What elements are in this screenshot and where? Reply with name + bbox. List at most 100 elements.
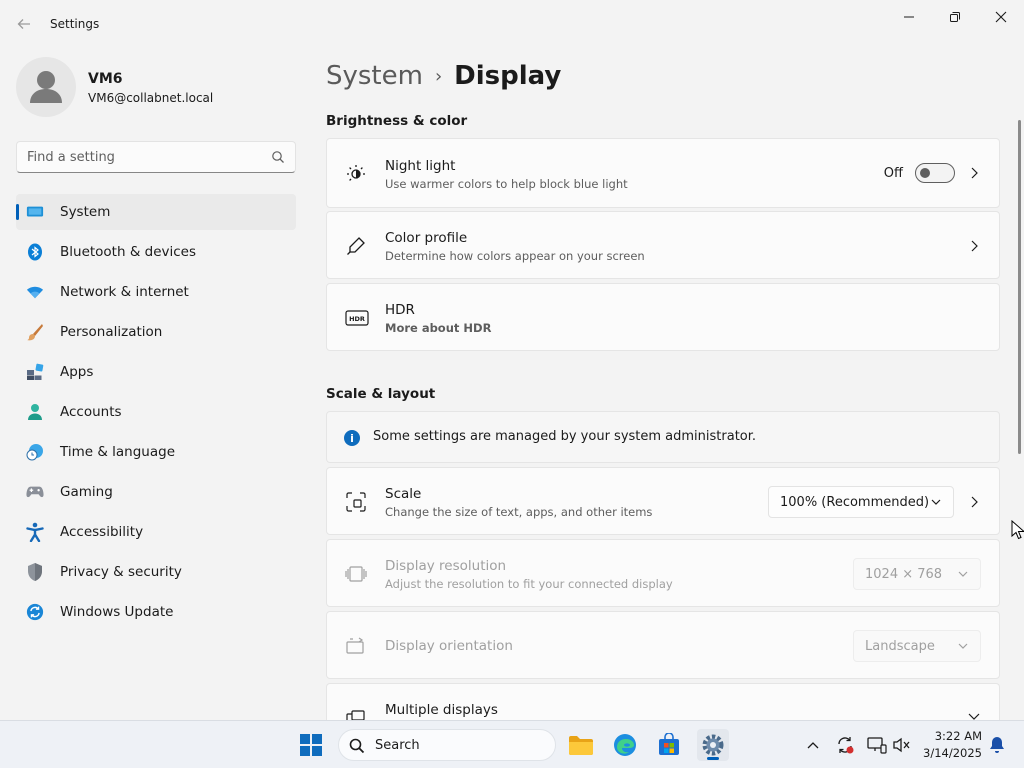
sidebar-nav: System Bluetooth & devices Network & int… [16, 194, 296, 634]
volume-button[interactable] [892, 735, 912, 755]
scale-dropdown[interactable]: 100% (Recommended) [768, 486, 954, 518]
accessibility-icon [26, 522, 44, 542]
file-explorer-button[interactable] [565, 729, 597, 761]
night-light-card[interactable]: Night light Use warmer colors to help bl… [326, 138, 1000, 208]
sidebar-item-system[interactable]: System [16, 194, 296, 230]
hdr-card: HDR HDR More about HDR [326, 283, 1000, 351]
restore-button[interactable] [932, 4, 978, 30]
night-light-state: Off [883, 166, 903, 181]
store-button[interactable] [653, 729, 685, 761]
sidebar-item-gaming[interactable]: Gaming [16, 474, 296, 510]
multiple-displays-icon [345, 708, 367, 720]
taskbar-search[interactable]: Search [338, 729, 556, 761]
sidebar-item-personalization[interactable]: Personalization [16, 314, 296, 350]
breadcrumb-separator: › [434, 65, 443, 87]
clock-date[interactable]: 3/14/2025 [922, 746, 982, 760]
toggle-knob [920, 168, 930, 178]
person-icon [26, 403, 44, 421]
scale-card: Scale Change the size of text, apps, and… [326, 467, 1000, 535]
color-profile-card[interactable]: Color profile Determine how colors appea… [326, 211, 1000, 279]
minimize-button[interactable] [886, 4, 932, 30]
mouse-cursor-icon [1011, 519, 1024, 544]
orientation-icon [345, 635, 367, 657]
pen-icon [345, 235, 367, 257]
notifications-button[interactable] [987, 735, 1007, 755]
resolution-icon [345, 563, 367, 585]
sidebar-item-label: Privacy & security [60, 564, 182, 580]
start-button[interactable] [300, 734, 322, 756]
store-icon [659, 733, 679, 755]
sync-alert-icon [838, 737, 854, 754]
minimize-icon [904, 16, 914, 18]
update-icon [26, 603, 44, 621]
speaker-muted-icon [893, 737, 910, 753]
back-button[interactable] [10, 12, 38, 36]
resolution-dropdown: 1024 × 768 [853, 558, 981, 590]
apps-icon [26, 363, 44, 381]
scale-value: 100% (Recommended) [780, 495, 930, 510]
taskbar-search-label: Search [375, 738, 420, 753]
night-light-toggle[interactable] [915, 163, 955, 183]
sidebar-item-privacy[interactable]: Privacy & security [16, 554, 296, 590]
chevron-right-icon[interactable] [967, 239, 981, 253]
back-arrow-icon [17, 19, 30, 29]
sidebar-item-label: Bluetooth & devices [60, 244, 197, 260]
sidebar-item-label: Accounts [60, 404, 122, 420]
gear-icon [702, 734, 724, 756]
hdr-icon: HDR [345, 307, 369, 329]
title-bar: Settings [0, 0, 1024, 48]
scale-title: Scale [385, 486, 422, 502]
taskbar: Search 3:22 AM 3/14/2025 [0, 720, 1024, 768]
info-icon: i [344, 430, 360, 446]
night-light-subtitle: Use warmer colors to help block blue lig… [385, 177, 628, 191]
wifi-icon [26, 283, 44, 301]
network-status-button[interactable] [867, 735, 887, 755]
clock-time[interactable]: 3:22 AM [932, 729, 982, 743]
close-button[interactable] [978, 4, 1024, 30]
sidebar-item-label: Apps [60, 364, 94, 380]
sidebar-item-accounts[interactable]: Accounts [16, 394, 296, 430]
night-light-icon [345, 163, 367, 185]
sidebar-item-time-language[interactable]: Time & language [16, 434, 296, 470]
multiple-displays-card[interactable]: Multiple displays [326, 683, 1000, 720]
chevron-right-icon[interactable] [967, 166, 981, 180]
sync-status-button[interactable] [835, 735, 855, 755]
avatar[interactable] [16, 57, 76, 117]
sidebar-item-network[interactable]: Network & internet [16, 274, 296, 310]
scale-subtitle: Change the size of text, apps, and other… [385, 505, 653, 519]
show-hidden-icons-button[interactable] [803, 735, 823, 755]
sidebar-item-apps[interactable]: Apps [16, 354, 296, 390]
sidebar-item-accessibility[interactable]: Accessibility [16, 514, 296, 550]
night-light-title: Night light [385, 158, 456, 174]
monitor-icon [26, 203, 44, 221]
globe-clock-icon [26, 443, 44, 461]
breadcrumb-parent[interactable]: System [326, 61, 423, 91]
edge-button[interactable] [609, 729, 641, 761]
gamepad-icon [26, 483, 44, 501]
color-profile-title: Color profile [385, 230, 468, 246]
display-orientation-title: Display orientation [385, 638, 513, 654]
sidebar-item-bluetooth[interactable]: Bluetooth & devices [16, 234, 296, 270]
search-input[interactable]: Find a setting [16, 141, 296, 173]
chevron-down-icon[interactable] [967, 710, 981, 720]
chevron-down-icon [931, 496, 941, 511]
page-title: Display [454, 61, 562, 91]
sidebar-item-label: Windows Update [60, 604, 174, 620]
chevron-right-icon[interactable] [967, 495, 981, 509]
section-title-scale: Scale & layout [326, 386, 436, 402]
network-icon [867, 737, 887, 754]
hdr-title: HDR [385, 302, 415, 318]
sidebar-item-label: Personalization [60, 324, 163, 340]
admin-info-banner: i Some settings are managed by your syst… [326, 411, 1000, 463]
display-orientation-card: Display orientation Landscape [326, 611, 1000, 679]
sidebar-item-windows-update[interactable]: Windows Update [16, 594, 296, 630]
scrollbar-thumb[interactable] [1018, 120, 1021, 454]
windows-logo-tile [312, 734, 322, 744]
color-profile-subtitle: Determine how colors appear on your scre… [385, 249, 645, 263]
shield-icon [26, 563, 44, 581]
sidebar-item-label: Accessibility [60, 524, 144, 540]
section-title-brightness: Brightness & color [326, 113, 468, 129]
hdr-learn-more-link[interactable]: More about HDR [385, 321, 491, 335]
settings-app-button[interactable] [697, 729, 729, 761]
brush-icon [26, 323, 44, 341]
